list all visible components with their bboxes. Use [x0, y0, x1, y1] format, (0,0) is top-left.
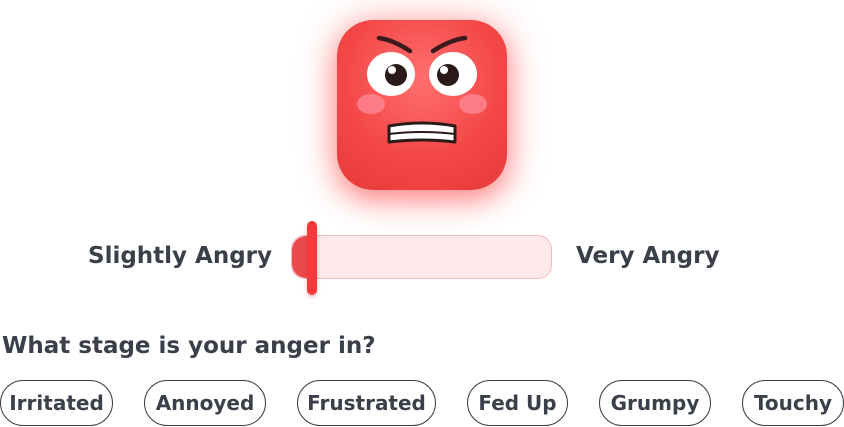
option-frustrated[interactable]: Frustrated	[297, 380, 436, 426]
slider-min-label: Slightly Angry	[88, 243, 273, 269]
slider-thumb[interactable]	[307, 221, 317, 295]
option-touchy[interactable]: Touchy	[742, 380, 844, 426]
slider-max-label: Very Angry	[576, 243, 720, 269]
option-annoyed[interactable]: Annoyed	[144, 380, 266, 426]
anger-level-slider[interactable]	[291, 235, 552, 279]
option-fed-up[interactable]: Fed Up	[467, 380, 568, 426]
anger-stage-question: What stage is your anger in?	[2, 333, 376, 359]
angry-face-icon	[337, 20, 507, 190]
option-grumpy[interactable]: Grumpy	[599, 380, 711, 426]
option-irritated[interactable]: Irritated	[0, 380, 113, 426]
